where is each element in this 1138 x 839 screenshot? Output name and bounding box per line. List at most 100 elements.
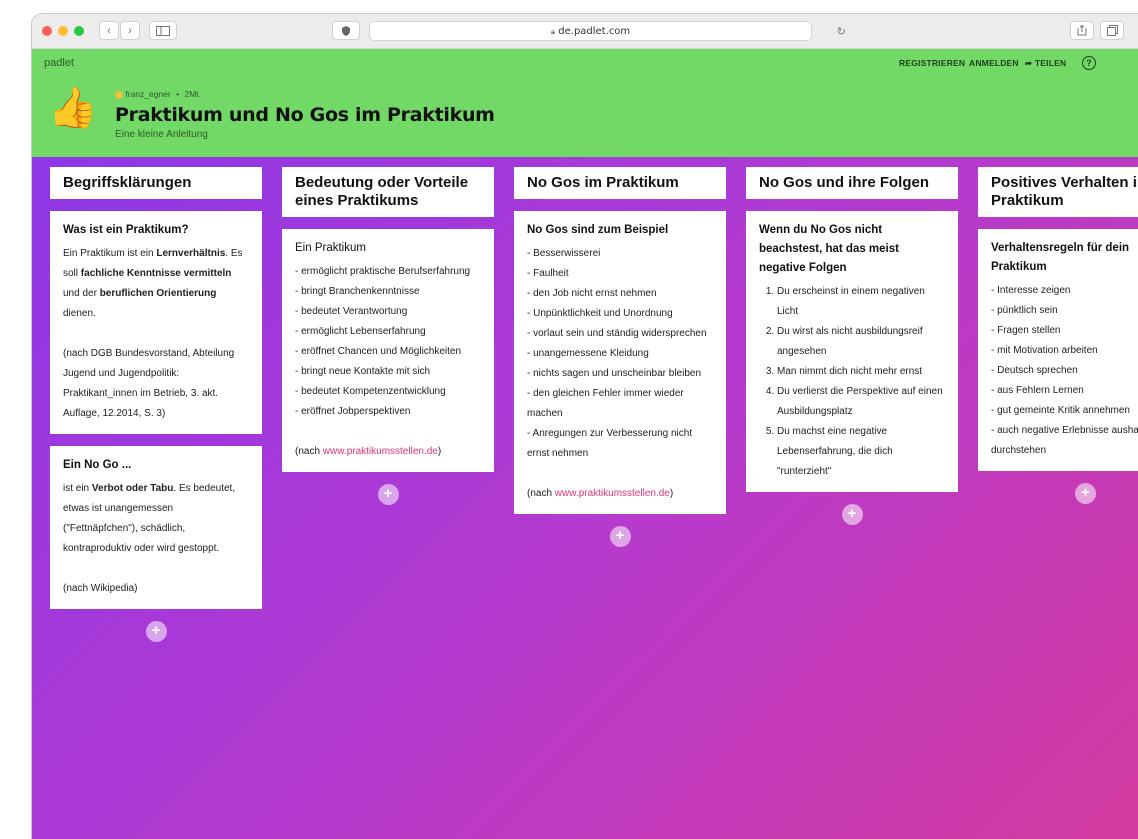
help-icon[interactable]: ? [1082, 56, 1096, 70]
post-source: (nach www.praktikumsstellen.de) [295, 446, 442, 457]
share-icon [1077, 24, 1087, 36]
post-title: Was ist ein Praktikum? [63, 224, 189, 236]
post-title: Ein Praktikum [295, 242, 366, 254]
add-post-button[interactable]: + [609, 526, 631, 547]
list-item: - pünktlich sein [991, 305, 1058, 316]
list-item: - den gleichen Fehler immer wieder mache… [527, 388, 684, 419]
add-post-button[interactable]: + [377, 484, 399, 505]
post-age: 2Mt. [184, 89, 202, 99]
column-no-gos: No Gos im Praktikum No Gos sind zum Beis… [514, 167, 726, 547]
list-item: - eröffnet Jobperspektiven [295, 406, 411, 417]
padlet-header: padlet REGISTRIEREN ANMELDEN ➦ TEILEN ? … [32, 49, 1138, 157]
list-item: - nichts sagen und unscheinbar bleiben [527, 368, 702, 379]
shield-icon [342, 26, 350, 36]
share-label: TEILEN [1034, 58, 1067, 68]
post-card[interactable]: Ein No Go ... ist ein Verbot oder Tabu. … [50, 446, 262, 609]
column-title: Bedeutung oder Vorteile eines Praktikums [282, 167, 494, 217]
share-link[interactable]: ➦ TEILEN [1025, 58, 1066, 69]
share-button[interactable] [1070, 21, 1094, 40]
list-item: - eröffnet Chancen und Möglichkeiten [295, 346, 462, 357]
privacy-shield-button[interactable] [332, 21, 360, 40]
post-list: - ermöglicht praktische Berufserfahrung … [295, 262, 481, 422]
add-post-button[interactable]: + [1075, 483, 1096, 504]
url-text: de.padlet.com [558, 26, 631, 37]
list-item: - ermöglicht Lebenserfahrung [295, 326, 426, 337]
sidebar-toggle-button[interactable] [149, 21, 177, 40]
post-title: Ein No Go ... [63, 459, 132, 471]
column-begriffsklaerungen: Begriffsklärungen Was ist ein Praktikum?… [50, 167, 262, 642]
share-arrow-icon: ➦ [1025, 58, 1033, 68]
post-card[interactable]: Wenn du No Gos nicht beachstest, hat das… [746, 211, 958, 492]
post-title: No Gos sind zum Beispiel [527, 224, 669, 236]
back-button[interactable]: ‹ [99, 21, 119, 40]
close-window-icon[interactable] [42, 26, 52, 36]
list-item: Du erscheinst in einem negativen Licht [777, 282, 945, 322]
login-link[interactable]: ANMELDEN [969, 58, 1019, 68]
list-item: - bedeutet Kompetenzentwicklung [295, 386, 446, 397]
add-post-button[interactable]: + [841, 504, 863, 525]
column-positives-verhalten: Positives Verhalten im Praktikum Verhalt… [978, 167, 1138, 504]
list-item: - vorlaut sein und ständig widersprechen [527, 328, 707, 339]
post-card[interactable]: Verhaltensregeln für dein Praktikum - In… [978, 229, 1138, 471]
page-subtitle: Eine kleine Anleitung [115, 129, 208, 140]
post-title: Verhaltensregeln für dein Praktikum [991, 242, 1130, 273]
forward-button[interactable]: › [120, 21, 140, 40]
source-link[interactable]: www.praktikumsstellen.de [323, 446, 438, 457]
avatar-icon [115, 90, 123, 99]
address-bar[interactable]: 🔒︎ de.padlet.com ↻ [369, 21, 846, 41]
tabs-icon [1106, 25, 1118, 36]
browser-toolbar: ‹ › 🔒︎ de.padlet.com ↻ [32, 14, 1138, 49]
post-card[interactable]: Ein Praktikum - ermöglicht praktische Be… [282, 229, 494, 472]
reload-icon[interactable]: ↻ [837, 22, 846, 42]
list-item: - mit Motivation arbeiten [991, 345, 1098, 356]
list-item: Du machst eine negative Lebenserfahrung,… [777, 422, 945, 482]
list-item: Du verlierst die Perspektive auf einen A… [777, 382, 945, 422]
column-title: Positives Verhalten im Praktikum [978, 167, 1138, 217]
list-item: - Fragen stellen [991, 325, 1061, 336]
column-title: Begriffsklärungen [50, 167, 262, 199]
list-item: Man nimmt dich nicht mehr ernst [777, 362, 945, 382]
post-title: Wenn du No Gos nicht beachstest, hat das… [759, 224, 899, 274]
page-title: Praktikum und No Gos im Praktikum [115, 104, 495, 126]
author-name[interactable]: franz_egner [125, 89, 170, 99]
post-source: (nach www.praktikumsstellen.de) [527, 488, 674, 499]
list-item: - ermöglicht praktische Berufserfahrung [295, 266, 471, 277]
zoom-window-icon[interactable] [74, 26, 84, 36]
list-item: - aus Fehlern Lernen [991, 385, 1084, 396]
list-item: - Faulheit [527, 268, 569, 279]
list-item: - auch negative Erlebnisse aushalten und… [991, 425, 1138, 456]
padlet-board: Begriffsklärungen Was ist ein Praktikum?… [32, 157, 1138, 839]
post-source: (nach DGB Bundesvorstand, Abteilung Juge… [63, 348, 235, 419]
source-link[interactable]: www.praktikumsstellen.de [555, 488, 670, 499]
sidebar-icon [156, 26, 170, 36]
browser-window: ‹ › 🔒︎ de.padlet.com ↻ padlet REGISTRIER… [32, 14, 1138, 839]
list-item: - bringt Branchenkenntnisse [295, 286, 420, 297]
thumbs-up-icon: 👍 [48, 86, 98, 130]
list-item: - gut gemeinte Kritik annehmen [991, 405, 1130, 416]
post-list: Du erscheinst in einem negativen Licht D… [759, 282, 945, 482]
post-card[interactable]: No Gos sind zum Beispiel - Besserwissere… [514, 211, 726, 514]
post-source: (nach Wikipedia) [63, 583, 138, 594]
list-item: - unangemessene Kleidung [527, 348, 649, 359]
post-list: - Besserwisserei - Faulheit - den Job ni… [527, 244, 713, 464]
post-list: - Interesse zeigen - pünktlich sein - Fr… [991, 281, 1138, 461]
padlet-logo[interactable]: padlet [44, 57, 74, 69]
list-item: - bringt neue Kontakte mit sich [295, 366, 431, 377]
column-title: No Gos im Praktikum [514, 167, 726, 199]
add-post-button[interactable]: + [145, 621, 167, 642]
tabs-button[interactable] [1100, 21, 1124, 40]
author-meta: franz_egner • 2Mt. [115, 89, 201, 99]
list-item: Du wirst als nicht ausbildungsreif anges… [777, 322, 945, 362]
post-card[interactable]: Was ist ein Praktikum? Ein Praktikum ist… [50, 211, 262, 434]
post-body: ist ein Verbot oder Tabu. Es bedeutet, e… [63, 483, 236, 554]
list-item: - Interesse zeigen [991, 285, 1071, 296]
post-body: Ein Praktikum ist ein Lernverhältnis. Es… [63, 248, 243, 319]
list-item: - Unpünktlichkeit und Unordnung [527, 308, 673, 319]
column-folgen: No Gos und ihre Folgen Wenn du No Gos ni… [746, 167, 958, 525]
list-item: - bedeutet Verantwortung [295, 306, 408, 317]
list-item: - Anregungen zur Verbesserung nicht erns… [527, 428, 693, 459]
list-item: - Besserwisserei [527, 248, 601, 259]
lock-icon: 🔒︎ [550, 27, 556, 36]
register-link[interactable]: REGISTRIEREN [899, 58, 965, 68]
minimize-window-icon[interactable] [58, 26, 68, 36]
